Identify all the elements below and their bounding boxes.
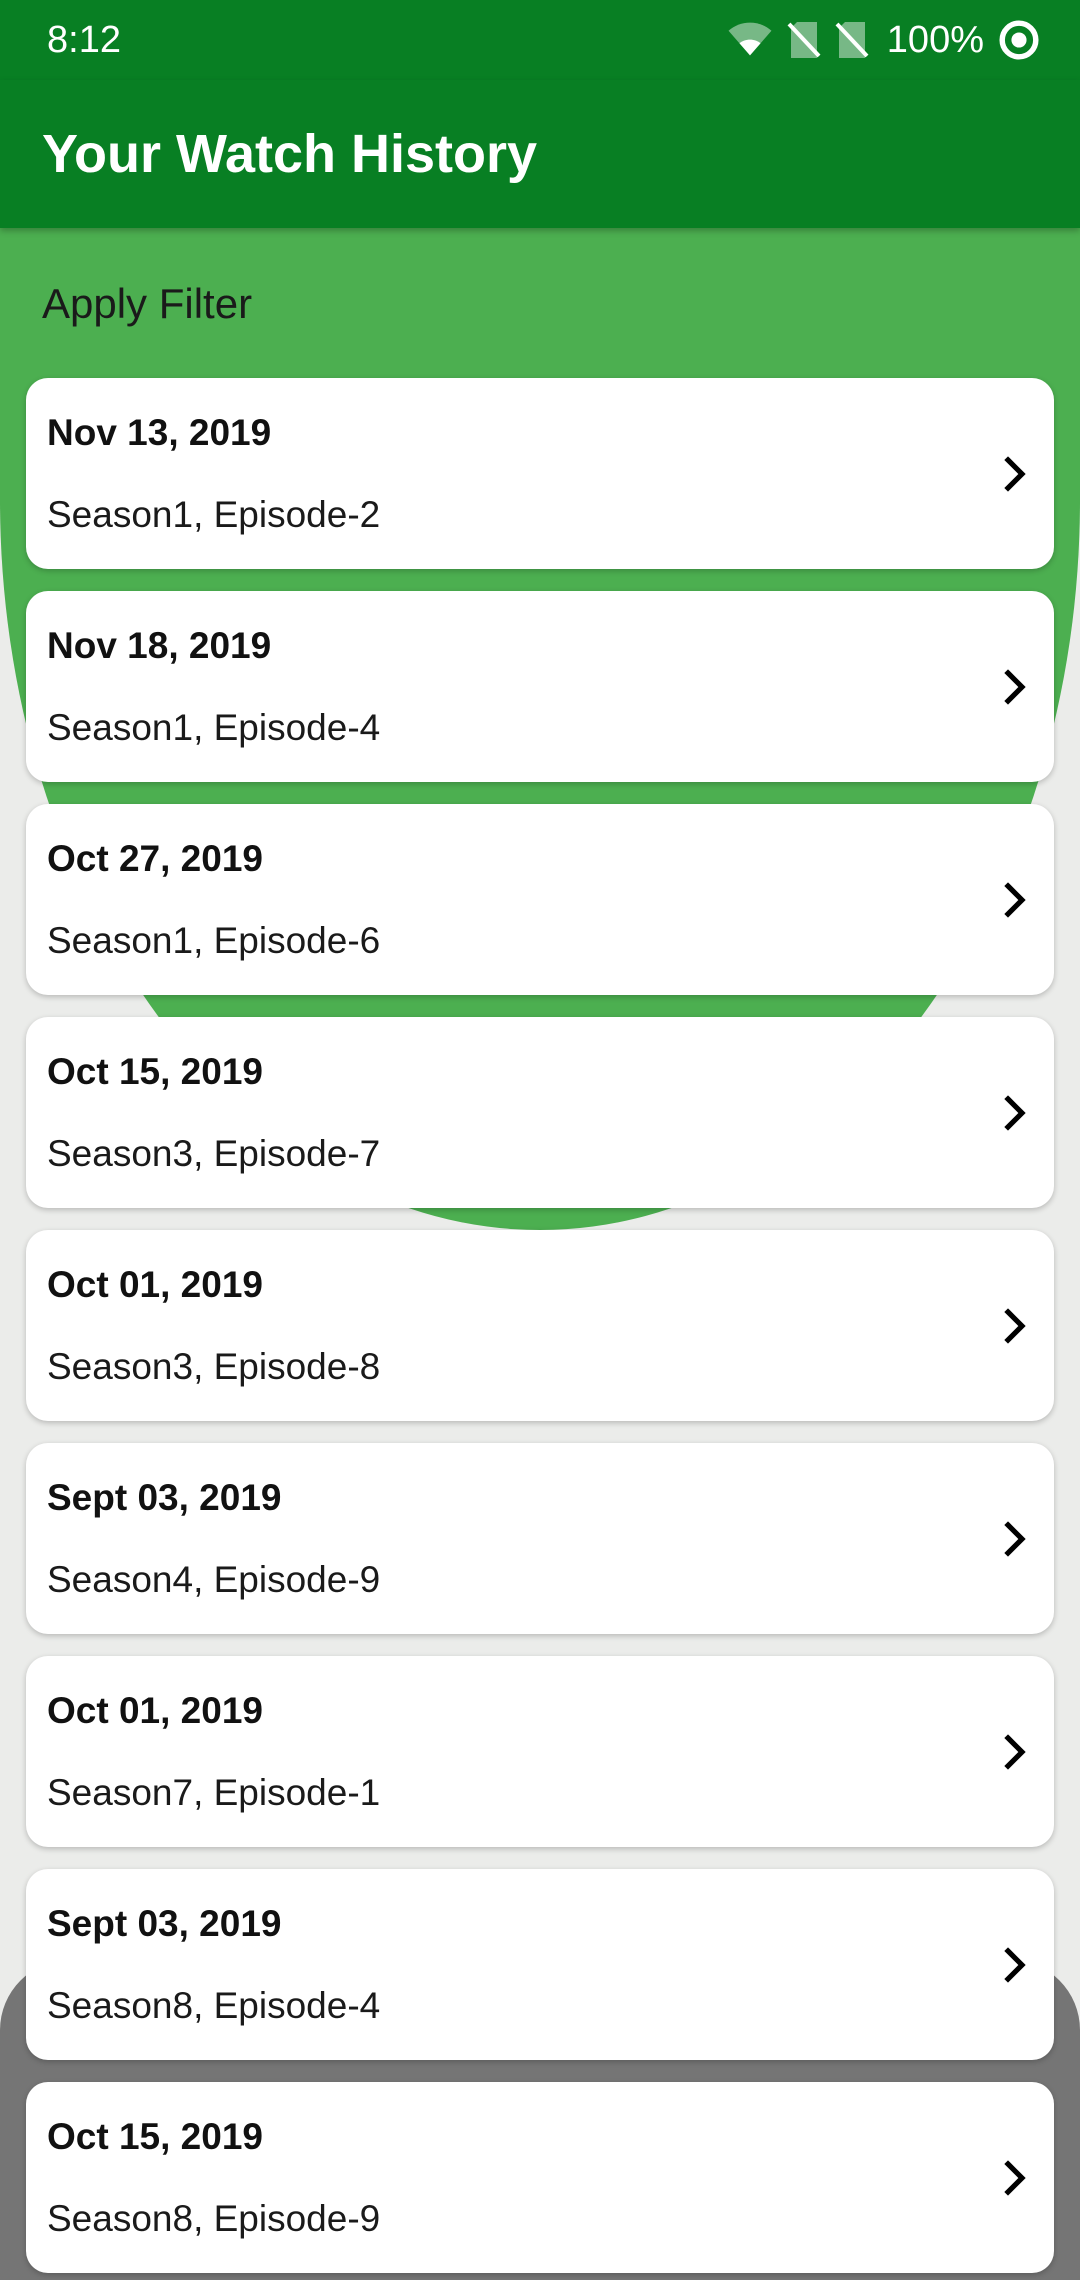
history-item-date: Nov 13, 2019 xyxy=(47,412,272,453)
wifi-icon xyxy=(727,20,773,60)
status-circle-icon xyxy=(998,19,1040,61)
no-sim-icon xyxy=(835,20,869,60)
history-list-item[interactable]: Oct 15, 2019 Season3, Episode-7 xyxy=(26,1017,1054,1208)
watch-history-list: Nov 13, 2019 Season1, Episode-2 Nov 18, … xyxy=(26,378,1054,2273)
apply-filter-button[interactable]: Apply Filter xyxy=(42,278,252,330)
history-item-episode: Season8, Episode-4 xyxy=(47,1985,381,2026)
history-item-date: Oct 01, 2019 xyxy=(47,1690,263,1731)
history-item-episode: Season7, Episode-1 xyxy=(47,1772,381,1813)
history-item-episode: Season8, Episode-9 xyxy=(47,2198,381,2239)
history-list-item[interactable]: Oct 15, 2019 Season8, Episode-9 xyxy=(26,2082,1054,2273)
chevron-right-icon xyxy=(1004,669,1026,705)
page-title: Your Watch History xyxy=(42,124,538,184)
app-bar: Your Watch History xyxy=(0,80,1080,228)
chevron-right-icon xyxy=(1004,1095,1026,1131)
status-icons: 100% xyxy=(727,16,1040,64)
battery-percentage: 100% xyxy=(886,19,984,61)
history-item-episode: Season1, Episode-4 xyxy=(47,707,381,748)
history-item-episode: Season3, Episode-7 xyxy=(47,1133,381,1174)
history-item-date: Sept 03, 2019 xyxy=(47,1903,282,1944)
history-item-date: Oct 27, 2019 xyxy=(47,838,263,879)
history-item-date: Oct 01, 2019 xyxy=(47,1264,263,1305)
history-item-date: Oct 15, 2019 xyxy=(47,2116,263,2157)
history-list-item[interactable]: Sept 03, 2019 Season4, Episode-9 xyxy=(26,1443,1054,1634)
history-list-item[interactable]: Oct 27, 2019 Season1, Episode-6 xyxy=(26,804,1054,995)
history-item-date: Sept 03, 2019 xyxy=(47,1477,282,1518)
chevron-right-icon xyxy=(1004,1947,1026,1983)
history-item-episode: Season1, Episode-6 xyxy=(47,920,381,961)
chevron-right-icon xyxy=(1004,1521,1026,1557)
chevron-right-icon xyxy=(1004,2160,1026,2196)
history-list-item[interactable]: Sept 03, 2019 Season8, Episode-4 xyxy=(26,1869,1054,2060)
history-list-item[interactable]: Nov 18, 2019 Season1, Episode-4 xyxy=(26,591,1054,782)
history-list-item[interactable]: Oct 01, 2019 Season7, Episode-1 xyxy=(26,1656,1054,1847)
history-item-date: Oct 15, 2019 xyxy=(47,1051,263,1092)
chevron-right-icon xyxy=(1004,1734,1026,1770)
history-item-episode: Season3, Episode-8 xyxy=(47,1346,381,1387)
no-sim-icon xyxy=(787,20,821,60)
status-time: 8:12 xyxy=(47,19,121,61)
chevron-right-icon xyxy=(1004,882,1026,918)
history-item-episode: Season1, Episode-2 xyxy=(47,494,381,535)
status-bar: 8:12 100% xyxy=(0,0,1080,80)
history-list-item[interactable]: Oct 01, 2019 Season3, Episode-8 xyxy=(26,1230,1054,1421)
chevron-right-icon xyxy=(1004,456,1026,492)
chevron-right-icon xyxy=(1004,1308,1026,1344)
history-list-item[interactable]: Nov 13, 2019 Season1, Episode-2 xyxy=(26,378,1054,569)
history-item-episode: Season4, Episode-9 xyxy=(47,1559,381,1600)
history-item-date: Nov 18, 2019 xyxy=(47,625,272,666)
